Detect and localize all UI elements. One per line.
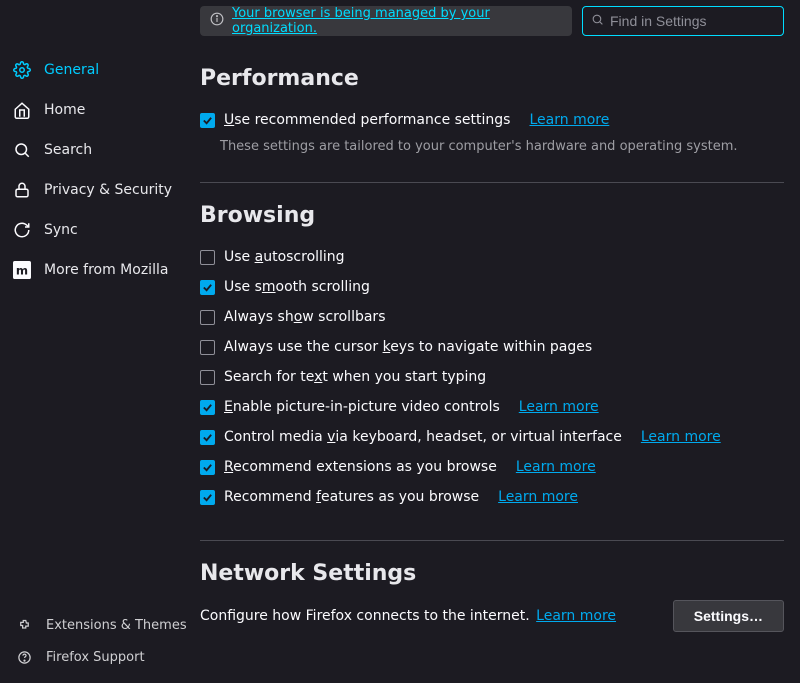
sidebar-item-extensions[interactable]: Extensions & Themes: [0, 609, 200, 641]
home-icon: [12, 100, 32, 120]
main-content: Your browser is being managed by your or…: [200, 0, 800, 683]
search-icon: [591, 13, 604, 30]
svg-text:m: m: [16, 264, 28, 278]
media-learn-more[interactable]: Learn more: [641, 429, 721, 445]
topbar: Your browser is being managed by your or…: [200, 6, 784, 36]
checkbox-performance-recommend[interactable]: [200, 113, 215, 128]
sidebar-item-label: More from Mozilla: [44, 262, 168, 278]
sidebar-item-more-mozilla[interactable]: m More from Mozilla: [0, 250, 200, 290]
lock-icon: [12, 180, 32, 200]
sidebar-item-label: Extensions & Themes: [46, 618, 187, 633]
checkbox-search-typing[interactable]: [200, 370, 215, 385]
managed-notice: Your browser is being managed by your or…: [200, 6, 572, 36]
sidebar: General Home Search Privacy & Security S…: [0, 0, 200, 683]
help-icon: [14, 647, 34, 667]
performance-desc: These settings are tailored to your comp…: [220, 139, 784, 154]
network-section: Network Settings Configure how Firefox c…: [200, 561, 784, 632]
rec-feat-learn-more[interactable]: Learn more: [498, 489, 578, 505]
label-recommend-extensions[interactable]: Recommend extensions as you browse: [224, 459, 497, 475]
checkbox-media-control[interactable]: [200, 430, 215, 445]
sidebar-item-label: Firefox Support: [46, 650, 145, 665]
divider: [200, 182, 784, 183]
rec-ext-learn-more[interactable]: Learn more: [516, 459, 596, 475]
sidebar-item-label: Home: [44, 102, 85, 118]
sidebar-item-support[interactable]: Firefox Support: [0, 641, 200, 673]
gear-icon: [12, 60, 32, 80]
label-pip[interactable]: Enable picture-in-picture video controls: [224, 399, 500, 415]
mozilla-icon: m: [12, 260, 32, 280]
label-search-typing[interactable]: Search for text when you start typing: [224, 369, 486, 385]
label-autoscrolling[interactable]: Use autoscrolling: [224, 249, 345, 265]
checkbox-smooth-scrolling[interactable]: [200, 280, 215, 295]
sidebar-item-search[interactable]: Search: [0, 130, 200, 170]
settings-search-input[interactable]: [610, 13, 791, 29]
info-icon: [210, 12, 224, 30]
checkbox-show-scrollbars[interactable]: [200, 310, 215, 325]
checkbox-cursor-keys[interactable]: [200, 340, 215, 355]
label-smooth-scrolling[interactable]: Use smooth scrolling: [224, 279, 370, 295]
sync-icon: [12, 220, 32, 240]
sidebar-item-label: Privacy & Security: [44, 182, 172, 198]
network-settings-button[interactable]: Settings…: [673, 600, 784, 632]
sidebar-item-home[interactable]: Home: [0, 90, 200, 130]
sidebar-item-sync[interactable]: Sync: [0, 210, 200, 250]
managed-notice-link[interactable]: Your browser is being managed by your or…: [232, 6, 562, 36]
browsing-section: Browsing Use autoscrolling Use smooth sc…: [200, 203, 784, 512]
network-learn-more[interactable]: Learn more: [536, 608, 616, 624]
sidebar-item-label: Search: [44, 142, 92, 158]
sidebar-item-privacy[interactable]: Privacy & Security: [0, 170, 200, 210]
search-icon: [12, 140, 32, 160]
sidebar-item-general[interactable]: General: [0, 50, 200, 90]
label-performance-recommend[interactable]: Use recommended performance settings: [224, 112, 510, 128]
checkbox-autoscrolling[interactable]: [200, 250, 215, 265]
browsing-heading: Browsing: [200, 203, 784, 228]
sidebar-item-label: General: [44, 62, 99, 78]
settings-search[interactable]: [582, 6, 784, 36]
label-show-scrollbars[interactable]: Always show scrollbars: [224, 309, 385, 325]
puzzle-icon: [14, 615, 34, 635]
performance-heading: Performance: [200, 66, 784, 91]
network-desc: Configure how Firefox connects to the in…: [200, 608, 530, 624]
label-cursor-keys[interactable]: Always use the cursor keys to navigate w…: [224, 339, 592, 355]
checkbox-pip[interactable]: [200, 400, 215, 415]
network-heading: Network Settings: [200, 561, 784, 586]
performance-section: Performance Use recommended performance …: [200, 66, 784, 154]
checkbox-recommend-extensions[interactable]: [200, 460, 215, 475]
label-recommend-features[interactable]: Recommend features as you browse: [224, 489, 479, 505]
divider: [200, 540, 784, 541]
performance-learn-more[interactable]: Learn more: [529, 112, 609, 128]
pip-learn-more[interactable]: Learn more: [519, 399, 599, 415]
checkbox-recommend-features[interactable]: [200, 490, 215, 505]
label-media-control[interactable]: Control media via keyboard, headset, or …: [224, 429, 622, 445]
sidebar-item-label: Sync: [44, 222, 78, 238]
